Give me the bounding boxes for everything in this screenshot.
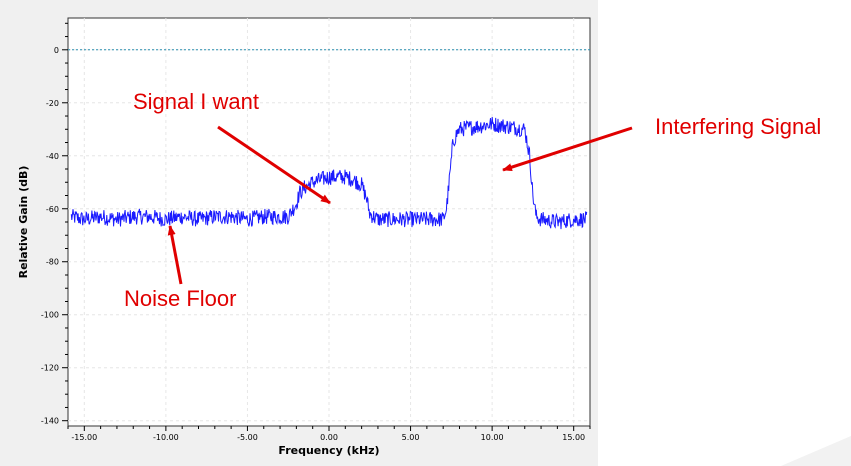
y-tick-label: -60 [46,205,59,214]
annotation-interfering-signal-text: Interfering Signal [655,114,821,139]
y-axis-label: Relative Gain (dB) [17,166,30,279]
x-tick-label: 10.00 [481,433,504,442]
page-corner-fold [781,436,851,466]
spectrum-chart: -15.00 -10.00 -5.00 0.00 5.00 10.00 15.00 0 -20 -… [17,17,821,457]
y-tick-label: -100 [41,311,59,320]
x-tick-label: -5.00 [237,433,258,442]
x-tick-label: 5.00 [402,433,420,442]
y-tick-label: 0 [54,46,59,55]
x-tick-label: 15.00 [562,433,585,442]
x-tick-label: -10.00 [153,433,179,442]
x-tick-label: -15.00 [71,433,97,442]
y-tick-label: -120 [41,364,59,373]
x-tick-label: 0.00 [320,433,338,442]
annotation-noise-floor-text: Noise Floor [124,286,236,311]
y-tick-label: -20 [46,99,59,108]
y-tick-label: -40 [46,152,59,161]
x-axis-label: Frequency (kHz) [278,444,379,457]
annotation-signal-i-want-text: Signal I want [133,89,259,114]
y-tick-label: -80 [46,258,59,267]
y-tick-label: -140 [41,417,59,426]
